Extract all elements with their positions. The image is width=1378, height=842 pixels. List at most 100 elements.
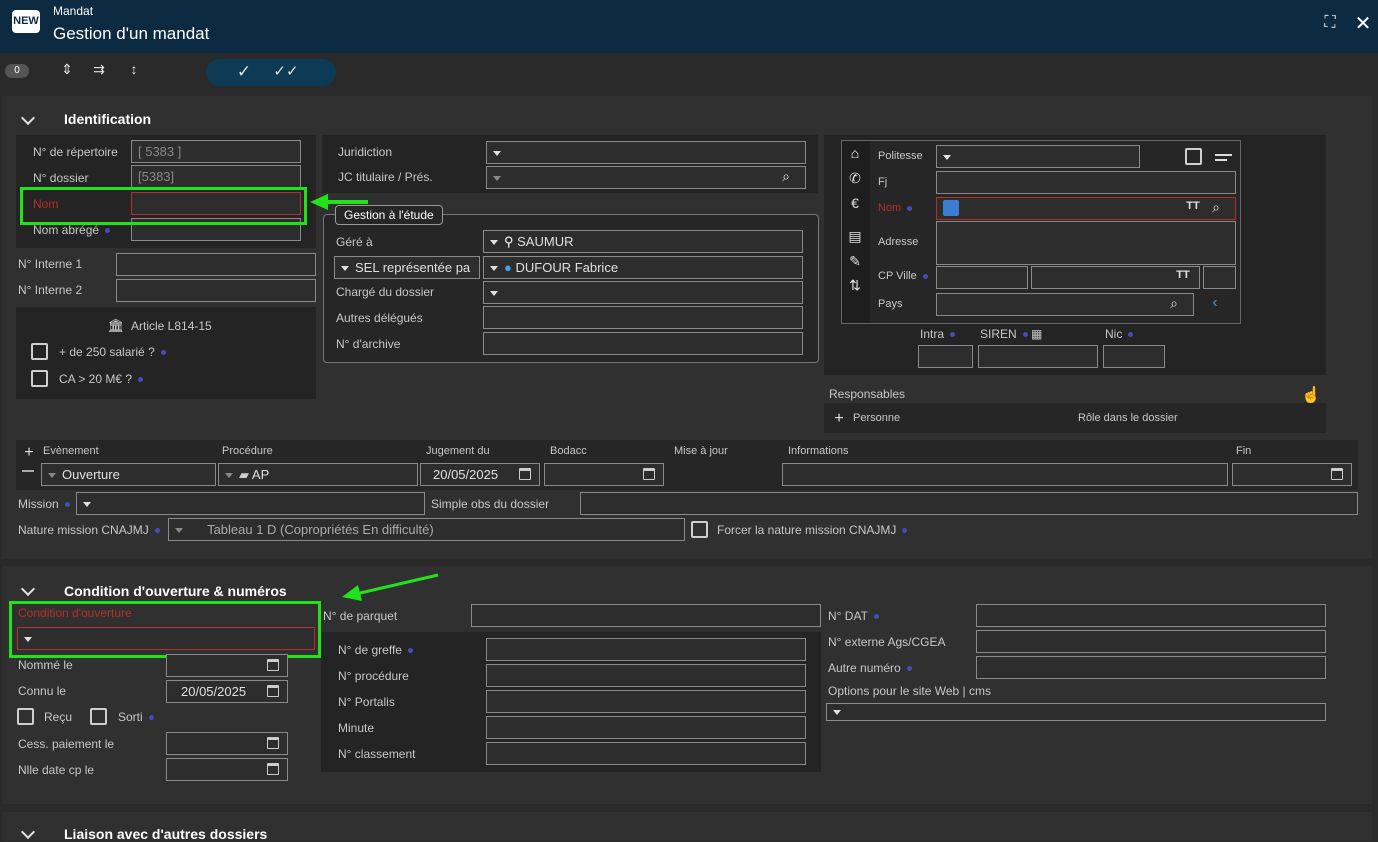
archive-input[interactable] — [483, 332, 803, 355]
calendar-icon[interactable] — [267, 659, 279, 671]
add-event-icon[interactable]: + — [22, 444, 36, 461]
forcer-checkbox[interactable] — [691, 521, 708, 538]
options-select[interactable] — [826, 703, 1326, 721]
politesse-select[interactable] — [936, 145, 1140, 168]
sel-select[interactable]: SEL représentée pa — [334, 256, 480, 279]
charge-select[interactable] — [483, 281, 803, 304]
interne1-input[interactable] — [116, 253, 316, 276]
nic-input[interactable] — [1103, 345, 1165, 368]
intra-input[interactable] — [918, 345, 973, 368]
pencil-icon[interactable]: ✎ — [846, 253, 864, 269]
chevron-left-icon[interactable]: ‹ — [1208, 294, 1222, 312]
search-icon[interactable]: ⌕ — [1165, 295, 1183, 313]
sorti-checkbox[interactable] — [90, 708, 107, 725]
evenement-value: Ouverture — [62, 467, 120, 482]
parquet-input[interactable] — [471, 604, 821, 627]
calendar-icon[interactable] — [267, 763, 279, 775]
calendar-icon[interactable] — [267, 737, 279, 749]
check-icon[interactable]: ✓ — [232, 62, 256, 82]
contact-checkbox[interactable] — [1185, 148, 1202, 165]
interne2-input[interactable] — [116, 279, 316, 302]
siren-input[interactable] — [978, 345, 1098, 368]
app-name: Mandat — [53, 4, 94, 18]
procedure-value: AP — [251, 467, 270, 482]
ca20-checkbox[interactable] — [31, 370, 48, 387]
connu-date-input[interactable]: 20/05/2025 — [166, 680, 288, 703]
text-size-icon[interactable]: TT — [1174, 269, 1192, 285]
hand-pointer-icon[interactable]: ☝ — [1301, 385, 1321, 405]
adresse-input[interactable] — [936, 221, 1236, 265]
add-icon[interactable]: + — [832, 410, 846, 427]
procedure-select[interactable]: ▰ AP — [218, 463, 418, 486]
liaison-title: Liaison avec d'autres dossiers — [64, 826, 268, 842]
evenement-select[interactable]: Ouverture — [41, 463, 216, 486]
autres-input[interactable] — [483, 306, 803, 329]
cedex-input[interactable] — [1203, 266, 1236, 289]
recu-checkbox[interactable] — [17, 708, 34, 725]
jc-select[interactable] — [486, 166, 806, 189]
cp-input[interactable] — [936, 266, 1028, 289]
nom-abrege-label: Nom abrégé — [33, 223, 111, 237]
jc-label: JC titulaire / Prés. — [338, 170, 433, 184]
sort-icon[interactable]: ⇅ — [846, 277, 864, 293]
home-icon[interactable]: ⌂ — [846, 145, 864, 161]
bodacc-date-input[interactable] — [544, 463, 664, 486]
contact-card-icon[interactable] — [943, 200, 959, 216]
nomme-date-input[interactable] — [166, 654, 288, 677]
remove-row-icon[interactable] — [22, 470, 34, 472]
procedure-input[interactable] — [486, 664, 806, 687]
fj-input[interactable] — [936, 171, 1236, 194]
text-size-icon[interactable]: TT — [1184, 200, 1202, 216]
nature-select[interactable]: Tableau 1 D (Copropriétés En difficulté) — [168, 518, 685, 541]
menu-icon[interactable] — [1215, 154, 1232, 156]
header-fin: Fin — [1236, 445, 1252, 457]
calendar-icon[interactable] — [1331, 468, 1343, 480]
minute-input[interactable] — [486, 716, 806, 739]
informations-input[interactable] — [782, 463, 1228, 486]
contact-nom-label: Nom — [878, 202, 913, 214]
jugement-date-input[interactable]: 20/05/2025 — [420, 463, 540, 486]
externe-input[interactable] — [976, 630, 1326, 653]
dat-label: N° DAT — [828, 609, 879, 623]
minute-label: Minute — [338, 721, 375, 735]
gere-value: SAUMUR — [517, 234, 574, 249]
collapse-all-icon[interactable]: ⇕ — [57, 61, 77, 81]
autre-input[interactable] — [976, 656, 1326, 679]
wrap-icon[interactable]: ⇉ — [88, 61, 110, 81]
dossier-input[interactable]: [5383] — [131, 165, 301, 188]
double-check-icon[interactable]: ✓✓ — [272, 62, 300, 82]
classement-input[interactable] — [486, 742, 806, 765]
cess-date-input[interactable] — [166, 732, 288, 755]
sel-person-select[interactable]: ● DUFOUR Fabrice — [483, 256, 803, 279]
juridiction-select[interactable] — [486, 141, 806, 164]
sel-value: SEL représentée pa — [355, 260, 471, 275]
close-icon[interactable]: ✕ — [1352, 11, 1374, 35]
fin-date-input[interactable] — [1232, 463, 1352, 486]
header-bodacc: Bodacc — [550, 445, 587, 457]
portalis-input[interactable] — [486, 690, 806, 713]
repertoire-input[interactable]: [ 5383 ] — [131, 140, 301, 163]
search-icon[interactable]: ⌕ — [1207, 199, 1225, 217]
calendar-icon[interactable] — [643, 468, 655, 480]
gere-select[interactable]: ⚲ SAUMUR — [483, 230, 803, 253]
simple-obs-input[interactable] — [580, 492, 1358, 515]
attachment-badge[interactable]: 0 — [5, 64, 29, 78]
validate-button-group — [206, 59, 336, 86]
phone-icon[interactable]: ✆ — [846, 170, 864, 186]
nlle-date-input[interactable] — [166, 758, 288, 781]
plus250-checkbox[interactable] — [31, 343, 48, 360]
jugement-value: 20/05/2025 — [433, 467, 499, 482]
calendar-icon[interactable] — [519, 468, 531, 480]
calendar-icon[interactable] — [267, 685, 279, 697]
pays-input[interactable] — [936, 293, 1194, 316]
euro-icon[interactable]: € — [846, 195, 864, 211]
greffe-input[interactable] — [486, 638, 806, 661]
nic-label: Nic — [1105, 327, 1134, 341]
dat-input[interactable] — [976, 604, 1326, 627]
fullscreen-icon[interactable]: ⛶ — [1320, 14, 1340, 34]
sel-person-value: DUFOUR Fabrice — [515, 260, 619, 275]
expand-all-icon[interactable]: ↕ — [124, 61, 144, 81]
mission-select[interactable] — [76, 492, 425, 515]
document-icon[interactable]: ▤ — [846, 228, 864, 244]
search-icon[interactable]: ⌕ — [777, 168, 795, 186]
